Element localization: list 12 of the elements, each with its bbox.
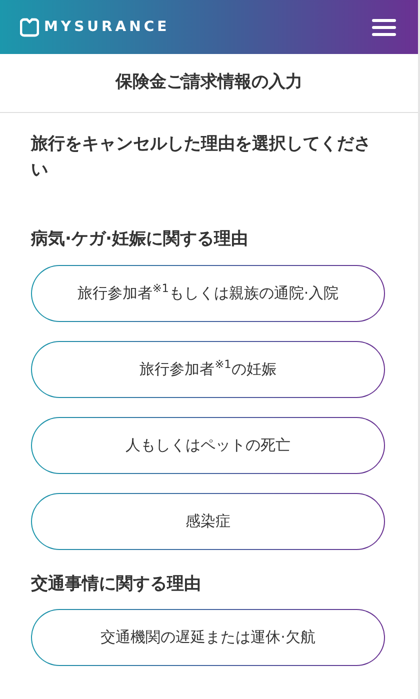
menu-icon[interactable]: [372, 18, 396, 36]
logo-text: MYSURANCE: [44, 18, 170, 36]
reason-option[interactable]: 交通機関の遅延または運休·欠航: [31, 609, 385, 666]
section-heading: 病気·ケガ·妊娠に関する理由: [31, 228, 249, 251]
reason-option[interactable]: 旅行参加者$^{※1}$の妊娠: [31, 340, 385, 398]
page-title: 保険金ご請求情報の入力: [116, 71, 302, 94]
logo-icon: [20, 18, 39, 36]
section-heading: 交通事情に関する理由: [31, 572, 202, 596]
reason-option[interactable]: 旅行参加者$^{※1}$もしくは親族の通院·入院: [31, 264, 385, 322]
question-text: 旅行をキャンセルした理由を選択してください: [31, 133, 372, 182]
reason-option[interactable]: 感染症: [31, 492, 385, 550]
reason-option[interactable]: 人もしくはペットの死亡: [31, 416, 385, 474]
